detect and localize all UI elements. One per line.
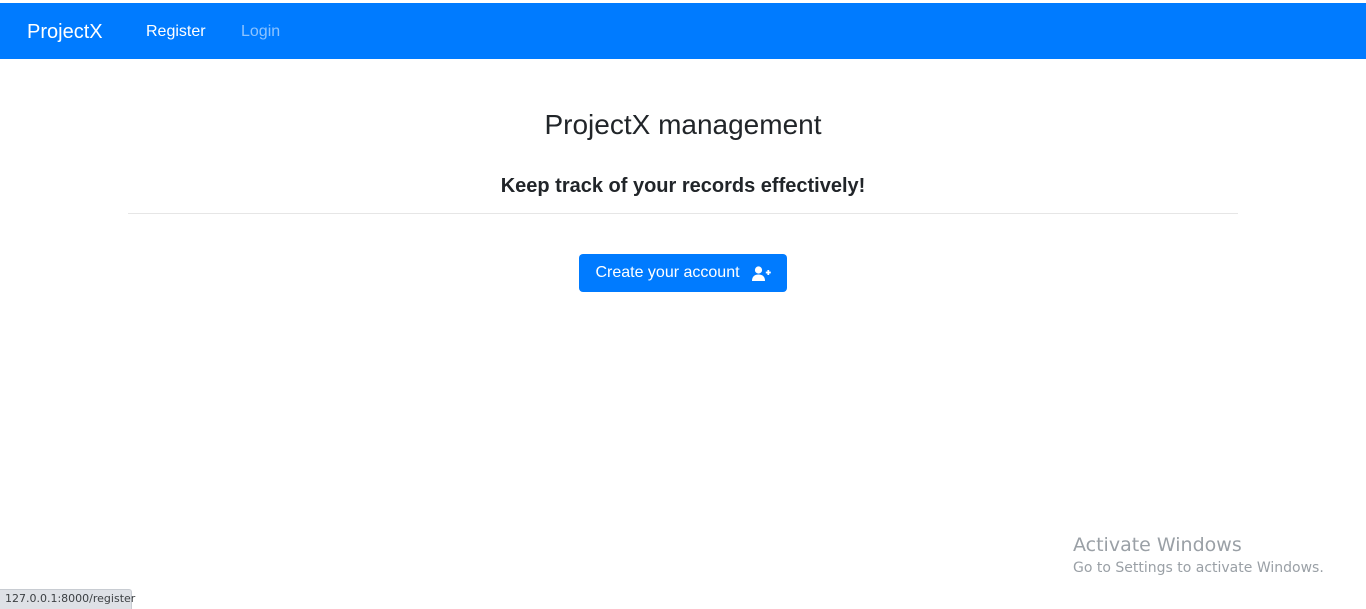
- page-title: ProjectX management: [544, 109, 822, 140]
- navbar-brand[interactable]: ProjectX: [27, 20, 103, 44]
- status-bar-url: 127.0.0.1:8000/register: [0, 589, 135, 609]
- section-divider: [128, 213, 1238, 214]
- navbar: ProjectX Register Login: [0, 3, 1366, 59]
- user-plus-icon: [751, 265, 771, 281]
- create-account-label: Create your account: [595, 264, 740, 281]
- nav-link-login[interactable]: Login: [241, 22, 280, 42]
- windows-activation-watermark: Activate Windows Go to Settings to activ…: [1073, 534, 1324, 577]
- watermark-title: Activate Windows: [1073, 534, 1242, 556]
- create-account-button[interactable]: Create your account: [579, 254, 787, 292]
- watermark-subtitle: Go to Settings to activate Windows.: [1073, 560, 1324, 576]
- page-subtitle: Keep track of your records effectively!: [500, 175, 866, 197]
- nav-link-register[interactable]: Register: [146, 22, 206, 42]
